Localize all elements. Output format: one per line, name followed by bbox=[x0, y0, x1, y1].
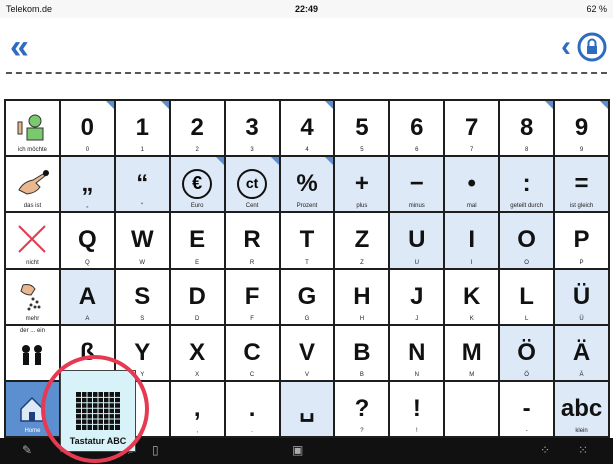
people-icon bbox=[22, 344, 43, 365]
key-s[interactable]: SS bbox=[115, 269, 169, 324]
key-j[interactable]: JJ bbox=[390, 269, 444, 324]
key-m[interactable]: MM bbox=[445, 325, 499, 380]
key-9[interactable]: 99 bbox=[555, 101, 608, 156]
key-c[interactable]: CC bbox=[225, 325, 279, 380]
key-q[interactable]: QQ bbox=[60, 213, 114, 268]
key-a[interactable]: AA bbox=[60, 269, 114, 324]
key-6[interactable]: 66 bbox=[390, 101, 444, 156]
key-l[interactable]: LL bbox=[500, 269, 554, 324]
key-f[interactable]: FF bbox=[225, 269, 279, 324]
key-x[interactable]: XX bbox=[170, 325, 224, 380]
key-ich-moechte[interactable]: ich möchte bbox=[6, 101, 59, 156]
key-mal[interactable]: • mal bbox=[445, 157, 499, 212]
message-line bbox=[6, 72, 607, 74]
key-question[interactable]: ?? bbox=[335, 381, 389, 436]
key-ae[interactable]: ÄÄ bbox=[555, 325, 608, 380]
key-plus[interactable]: + plus bbox=[335, 157, 389, 212]
key-7[interactable]: 77 bbox=[445, 101, 499, 156]
key-t[interactable]: TT bbox=[280, 213, 334, 268]
key-minus[interactable]: − minus bbox=[390, 157, 444, 212]
key-v[interactable]: VV bbox=[280, 325, 334, 380]
device-icon[interactable]: ▣ bbox=[292, 443, 303, 457]
key-2[interactable]: 22 bbox=[170, 101, 224, 156]
lock-icon[interactable] bbox=[577, 32, 607, 62]
double-chevron-left-icon[interactable]: « bbox=[10, 30, 29, 64]
key-euro[interactable]: € Euro bbox=[170, 157, 224, 212]
key-oe[interactable]: ÖÖ bbox=[500, 325, 554, 380]
key-k[interactable]: KK bbox=[445, 269, 499, 324]
key-comma[interactable]: ,, bbox=[170, 381, 224, 436]
book-icon[interactable]: ▯ bbox=[152, 443, 159, 457]
key-der-ein[interactable]: der ... ein bbox=[6, 325, 59, 380]
key-1[interactable]: 11 bbox=[115, 101, 169, 156]
clock: 22:49 bbox=[294, 4, 319, 14]
top-bar: « ‹ bbox=[0, 18, 613, 76]
key-klein[interactable]: abc klein bbox=[555, 381, 608, 436]
key-5[interactable]: 55 bbox=[335, 101, 389, 156]
key-b[interactable]: BB bbox=[335, 325, 389, 380]
key-hyphen[interactable]: -- bbox=[500, 381, 554, 436]
status-bar: Telekom.de 22:49 62 % bbox=[0, 0, 613, 18]
cross-icon bbox=[18, 225, 47, 254]
key-quote-high[interactable]: ““ bbox=[115, 157, 169, 212]
battery: 62 % bbox=[586, 4, 607, 14]
person-speaking-icon bbox=[17, 114, 44, 141]
highlight-ring bbox=[41, 355, 149, 463]
key-i[interactable]: II bbox=[445, 213, 499, 268]
key-8[interactable]: 88 bbox=[500, 101, 554, 156]
key-p[interactable]: PP bbox=[555, 213, 608, 268]
key-r[interactable]: RR bbox=[225, 213, 279, 268]
chevron-left-icon[interactable]: ‹ bbox=[561, 32, 571, 62]
key-prozent[interactable]: % Prozent bbox=[280, 157, 334, 212]
key-geteilt-durch[interactable]: : geteilt durch bbox=[500, 157, 554, 212]
key-d[interactable]: DD bbox=[170, 269, 224, 324]
hand-pouring-icon bbox=[20, 283, 41, 311]
pencil-icon[interactable]: ✎ bbox=[22, 443, 32, 457]
key-ue[interactable]: ÜÜ bbox=[555, 269, 608, 324]
key-u[interactable]: UU bbox=[390, 213, 444, 268]
key-das-ist[interactable]: das ist bbox=[6, 157, 59, 212]
key-mehr[interactable]: mehr bbox=[6, 269, 59, 324]
key-period[interactable]: .. bbox=[225, 381, 279, 436]
key-nicht[interactable]: nicht bbox=[6, 213, 59, 268]
key-space[interactable]: ␣ bbox=[280, 381, 334, 436]
key-h[interactable]: HH bbox=[335, 269, 389, 324]
key-empty-3[interactable] bbox=[445, 381, 499, 436]
key-quote-low[interactable]: „ „ bbox=[60, 157, 114, 212]
grid-dots-icon-2[interactable]: ⁙ bbox=[578, 443, 588, 457]
key-0[interactable]: 00 bbox=[60, 101, 114, 156]
key-w[interactable]: WW bbox=[115, 213, 169, 268]
pointing-hand-icon bbox=[18, 170, 50, 195]
key-n[interactable]: NN bbox=[390, 325, 444, 380]
key-3[interactable]: 33 bbox=[225, 101, 279, 156]
key-ist-gleich[interactable]: = ist gleich bbox=[555, 157, 608, 212]
key-4[interactable]: 44 bbox=[280, 101, 334, 156]
key-o[interactable]: OO bbox=[500, 213, 554, 268]
key-cent[interactable]: ct Cent bbox=[225, 157, 279, 212]
key-e[interactable]: EE bbox=[170, 213, 224, 268]
key-exclamation[interactable]: !! bbox=[390, 381, 444, 436]
key-z[interactable]: ZZ bbox=[335, 213, 389, 268]
key-g[interactable]: GG bbox=[280, 269, 334, 324]
grid-dots-icon[interactable]: ⁘ bbox=[540, 443, 550, 457]
